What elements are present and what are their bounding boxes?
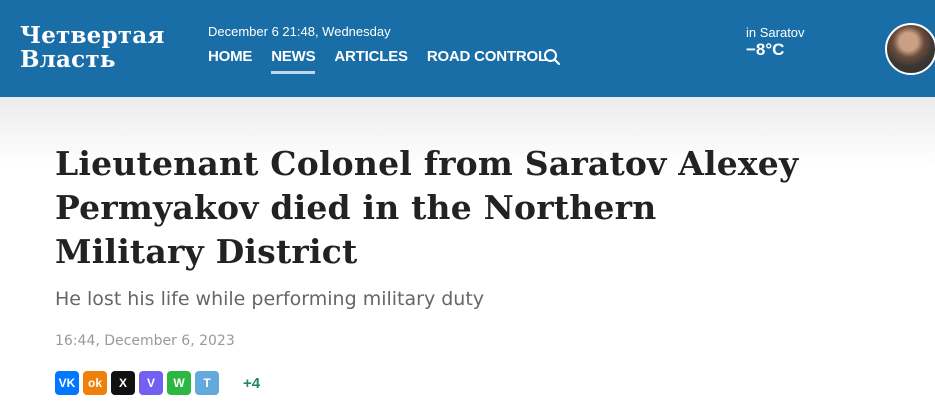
logo-line-2: Власть <box>20 46 116 73</box>
nav-home[interactable]: HOME <box>208 48 252 74</box>
logo-line-1: Четвертая <box>20 22 165 49</box>
nav-road-control[interactable]: ROAD CONTROL <box>427 48 547 74</box>
site-logo[interactable]: Четвертая Власть <box>20 24 165 72</box>
nav-news[interactable]: NEWS <box>271 48 316 74</box>
weather-city: in Saratov <box>746 25 805 40</box>
article-subtitle: He lost his life while performing milita… <box>55 288 485 310</box>
article-title: Lieutenant Colonel from Saratov Alexey P… <box>55 144 799 271</box>
weather-temperature: −8°C <box>746 40 785 59</box>
x-icon[interactable]: X <box>111 371 135 395</box>
share-bar: VK ok X V W T +4 <box>55 371 260 395</box>
main-nav: HOME NEWS ARTICLES ROAD CONTROL <box>208 48 547 74</box>
avatar[interactable] <box>885 23 935 75</box>
share-more-button[interactable]: +4 <box>243 375 260 392</box>
vk-icon[interactable]: VK <box>55 371 79 395</box>
header-datetime: December 6 21:48, Wednesday <box>208 24 391 39</box>
viber-icon[interactable]: V <box>139 371 163 395</box>
nav-articles[interactable]: ARTICLES <box>334 48 408 74</box>
telegram-icon[interactable]: T <box>195 371 219 395</box>
search-icon[interactable] <box>543 48 561 66</box>
site-header: Четвертая Власть December 6 21:48, Wedne… <box>0 0 935 97</box>
article-date: 16:44, December 6, 2023 <box>55 333 235 349</box>
odnoklassniki-icon[interactable]: ok <box>83 371 107 395</box>
whatsapp-icon[interactable]: W <box>167 371 191 395</box>
